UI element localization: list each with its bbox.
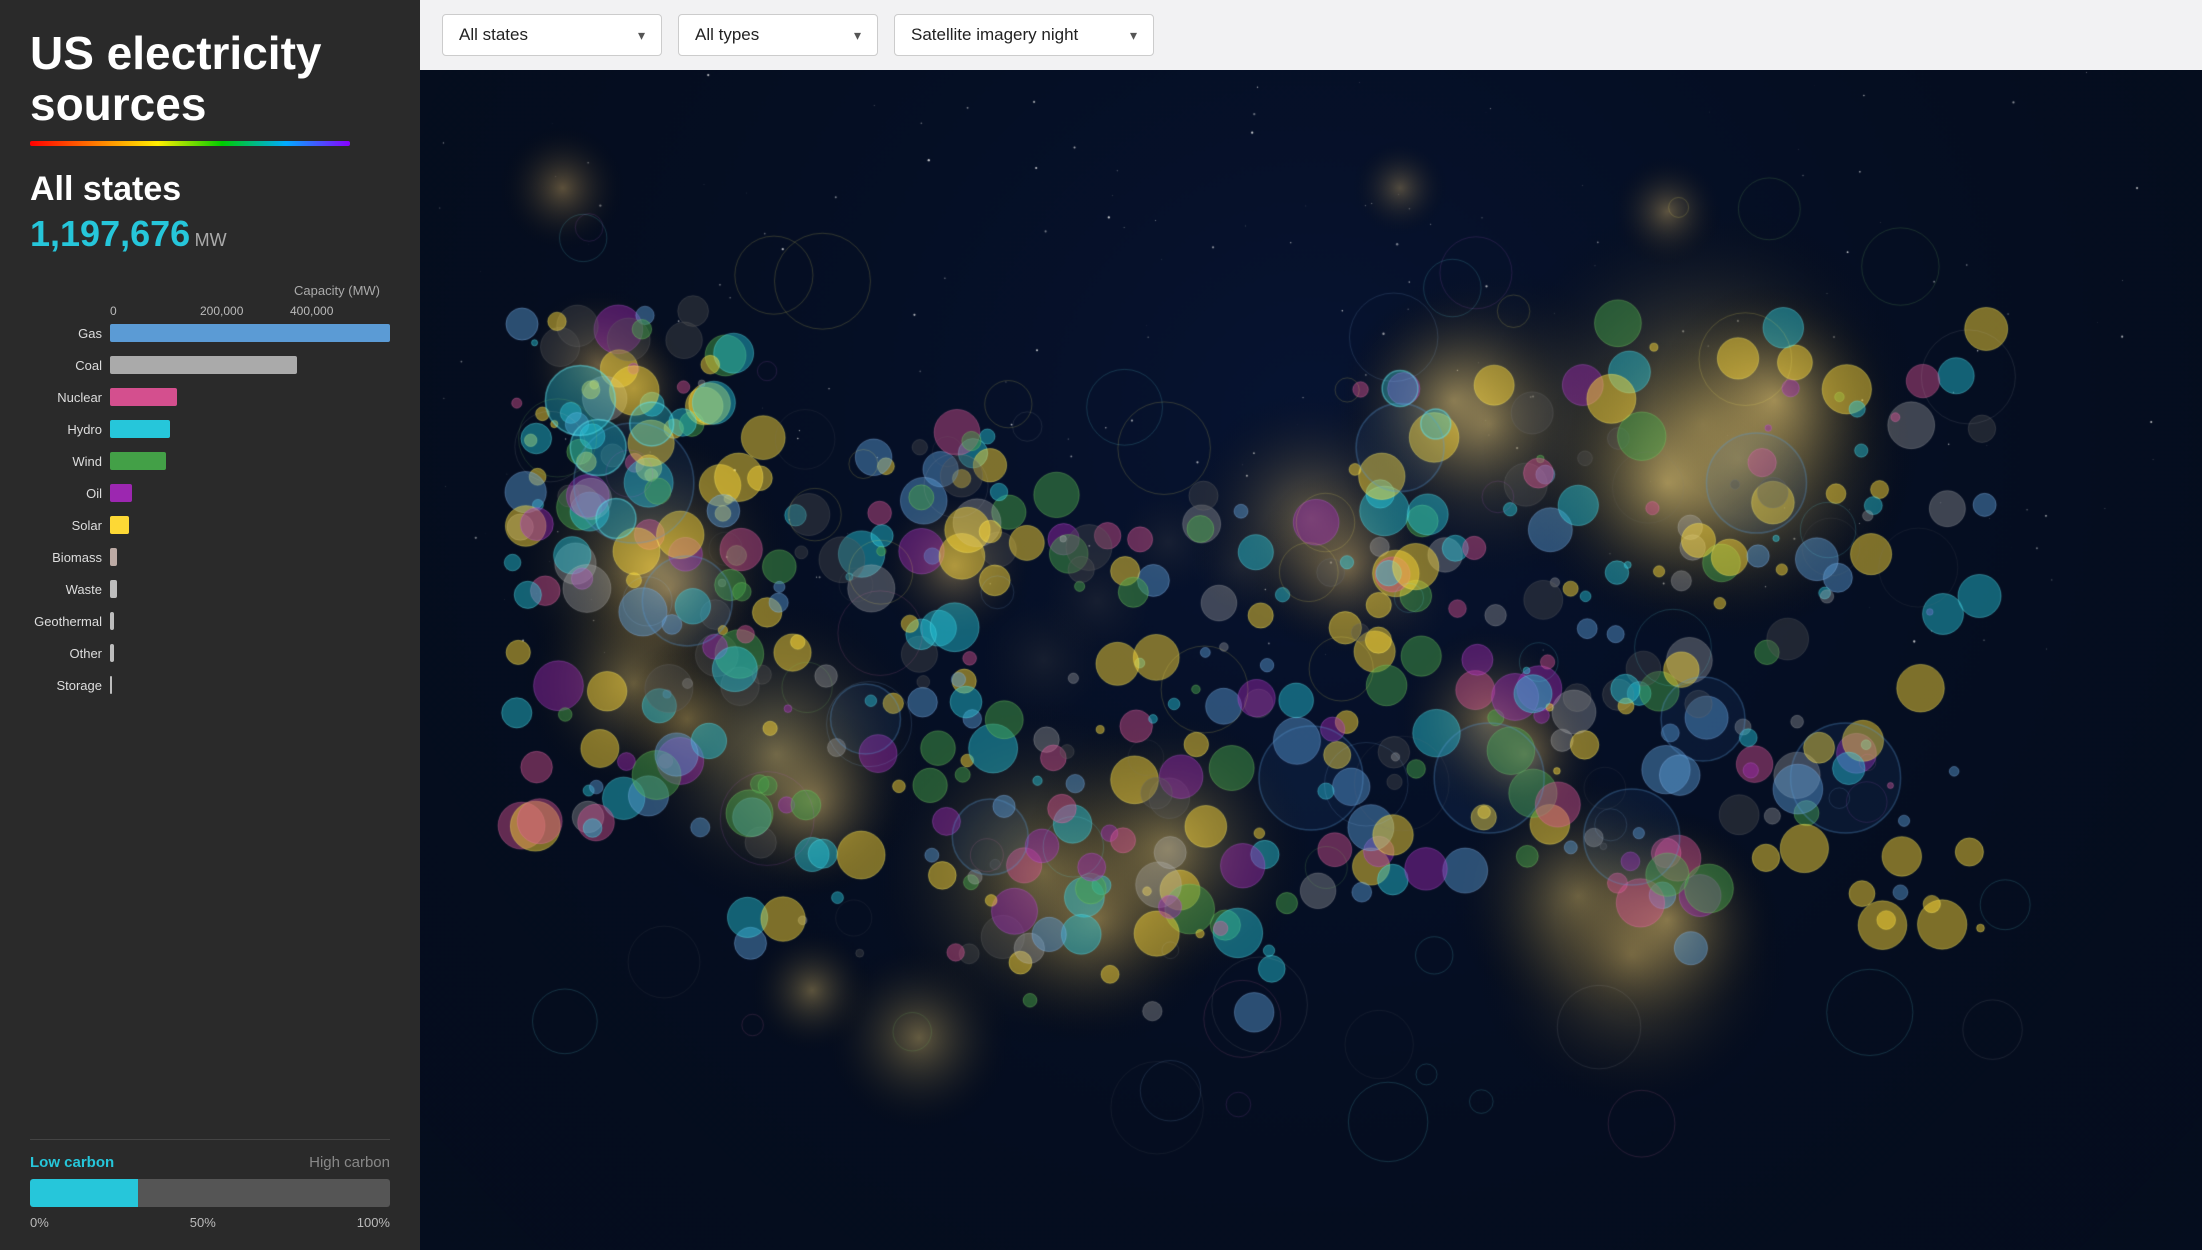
pct-0: 0%	[30, 1215, 49, 1230]
bar-track-coal	[110, 356, 390, 374]
bar-fill-geothermal	[110, 612, 114, 630]
bar-row-solar: Solar	[30, 514, 390, 536]
bar-row-nuclear: Nuclear	[30, 386, 390, 408]
carbon-section: Low carbon High carbon 0% 50% 100%	[30, 1139, 390, 1230]
bar-fill-coal	[110, 356, 297, 374]
bar-label-waste: Waste	[30, 582, 110, 597]
carbon-bar-track	[30, 1179, 390, 1207]
carbon-pct-row: 0% 50% 100%	[30, 1215, 390, 1230]
map-canvas	[420, 70, 2202, 1250]
bar-track-waste	[110, 580, 390, 598]
all-states-label: All states	[459, 25, 528, 45]
chevron-down-icon-2: ▾	[854, 27, 861, 44]
mw-unit: MW	[195, 230, 227, 250]
bars-container: Gas Coal Nuclear Hydro Wind Oil Solar Biomass Wa…	[30, 322, 390, 696]
carbon-bar-fill	[30, 1179, 138, 1207]
bar-fill-biomass	[110, 548, 117, 566]
bar-row-wind: Wind	[30, 450, 390, 472]
total-mw: 1,197,676	[30, 213, 190, 254]
left-panel: US electricity sources All states 1,197,…	[0, 0, 420, 1250]
bar-label-coal: Coal	[30, 358, 110, 373]
bar-fill-waste	[110, 580, 117, 598]
bar-label-solar: Solar	[30, 518, 110, 533]
axis-tick-200k: 200,000	[200, 304, 290, 318]
bar-label-hydro: Hydro	[30, 422, 110, 437]
carbon-labels-row: Low carbon High carbon	[30, 1154, 390, 1171]
bar-row-waste: Waste	[30, 578, 390, 600]
bar-label-other: Other	[30, 646, 110, 661]
bar-fill-solar	[110, 516, 129, 534]
bar-fill-gas	[110, 324, 390, 342]
capacity-label: Capacity (MW)	[30, 283, 390, 298]
bar-label-nuclear: Nuclear	[30, 390, 110, 405]
bar-fill-oil	[110, 484, 132, 502]
axis-row: 0 200,000 400,000	[30, 304, 390, 318]
bar-label-biomass: Biomass	[30, 550, 110, 565]
bar-fill-storage	[110, 676, 112, 694]
bar-label-geothermal: Geothermal	[30, 614, 110, 629]
high-carbon-label: High carbon	[309, 1154, 390, 1171]
bar-row-other: Other	[30, 642, 390, 664]
bar-track-other	[110, 644, 390, 662]
bar-track-geothermal	[110, 612, 390, 630]
bar-row-storage: Storage	[30, 674, 390, 696]
bar-fill-hydro	[110, 420, 170, 438]
bar-track-oil	[110, 484, 390, 502]
bar-fill-wind	[110, 452, 166, 470]
bar-label-storage: Storage	[30, 678, 110, 693]
bar-track-nuclear	[110, 388, 390, 406]
app-title: US electricity sources	[30, 28, 390, 129]
right-panel: All states ▾ All types ▾ Satellite image…	[420, 0, 2202, 1250]
pct-100: 100%	[357, 1215, 390, 1230]
pct-50: 50%	[190, 1215, 216, 1230]
axis-tick-400k: 400,000	[290, 304, 380, 318]
bar-row-gas: Gas	[30, 322, 390, 344]
bar-label-gas: Gas	[30, 326, 110, 341]
bar-track-biomass	[110, 548, 390, 566]
bar-label-wind: Wind	[30, 454, 110, 469]
bar-track-solar	[110, 516, 390, 534]
bar-fill-nuclear	[110, 388, 177, 406]
state-label: All states	[30, 170, 390, 209]
bar-row-oil: Oil	[30, 482, 390, 504]
bar-label-oil: Oil	[30, 486, 110, 501]
chart-section: Capacity (MW) 0 200,000 400,000 Gas Coal N…	[30, 283, 390, 1121]
bar-row-hydro: Hydro	[30, 418, 390, 440]
all-types-label: All types	[695, 25, 759, 45]
map-container	[420, 70, 2202, 1250]
bar-row-coal: Coal	[30, 354, 390, 376]
bar-track-wind	[110, 452, 390, 470]
chevron-down-icon-3: ▾	[1130, 27, 1137, 44]
bar-fill-other	[110, 644, 114, 662]
bar-track-storage	[110, 676, 390, 694]
low-carbon-label: Low carbon	[30, 1154, 114, 1171]
bar-row-geothermal: Geothermal	[30, 610, 390, 632]
satellite-imagery-dropdown[interactable]: Satellite imagery night ▾	[894, 14, 1154, 56]
axis-tick-0: 0	[110, 304, 200, 318]
satellite-imagery-label: Satellite imagery night	[911, 25, 1078, 45]
bar-track-gas	[110, 324, 390, 342]
rainbow-bar	[30, 141, 350, 146]
all-types-dropdown[interactable]: All types ▾	[678, 14, 878, 56]
chevron-down-icon-1: ▾	[638, 27, 645, 44]
top-bar: All states ▾ All types ▾ Satellite image…	[420, 0, 2202, 70]
all-states-dropdown[interactable]: All states ▾	[442, 14, 662, 56]
bar-row-biomass: Biomass	[30, 546, 390, 568]
bar-track-hydro	[110, 420, 390, 438]
